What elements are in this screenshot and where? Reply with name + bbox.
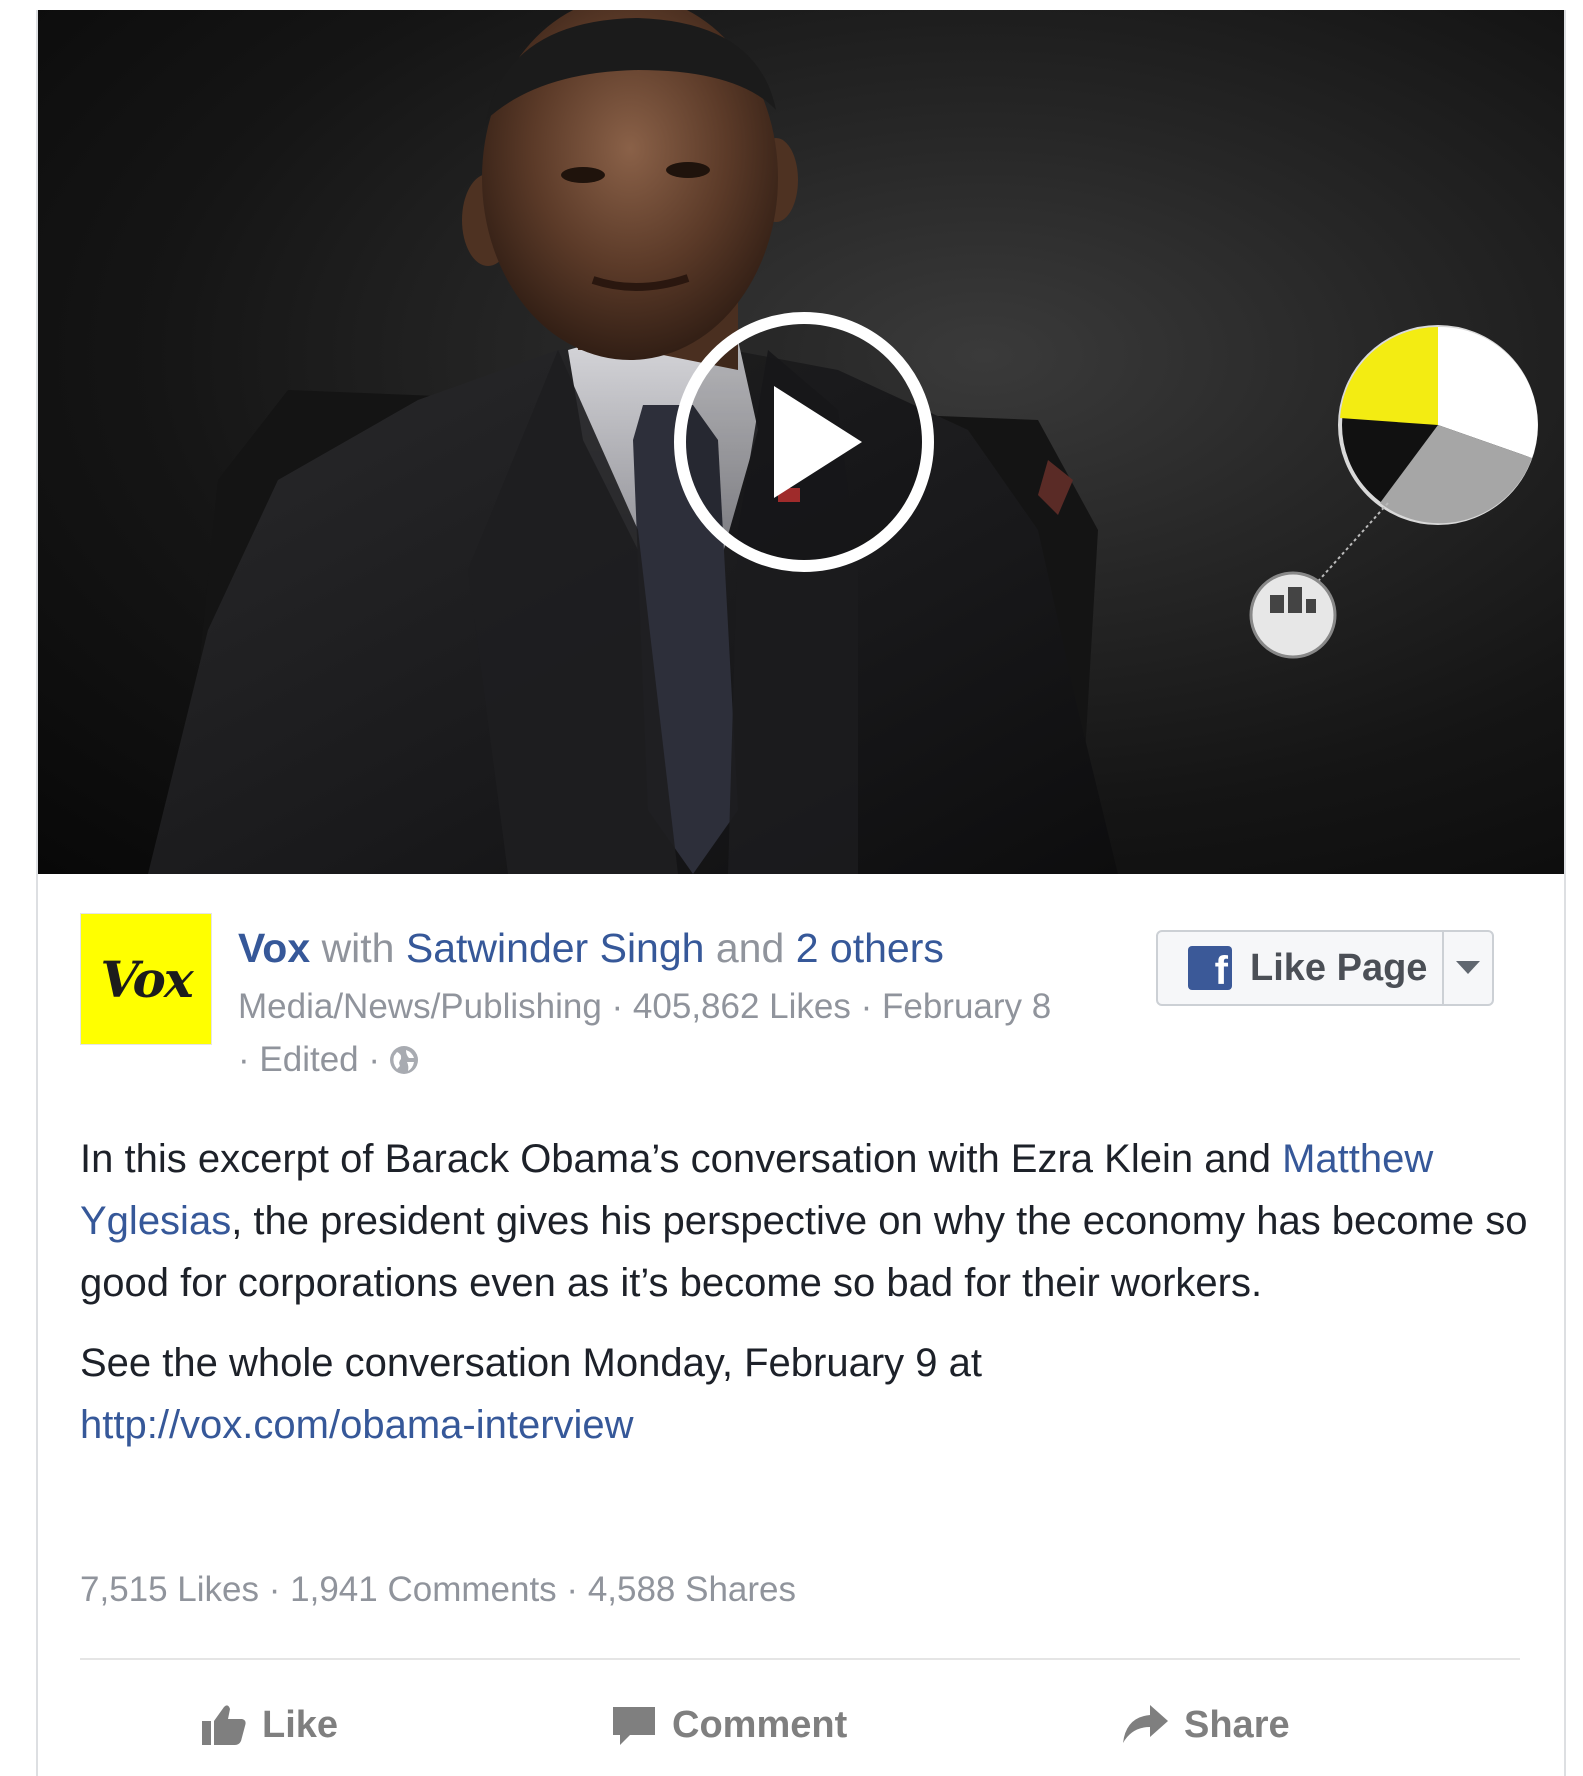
play-icon[interactable] [672,310,936,574]
post-paragraph-2: See the whole conversation Monday, Febru… [80,1332,1550,1456]
globe-icon[interactable] [388,1044,420,1076]
like-page-button[interactable]: f Like Page [1156,930,1494,1006]
post-meta: Media/News/Publishing · 405,862 Likes · … [238,984,1051,1030]
post-card: Vox Vox with Satwinder Singh and 2 other… [36,10,1566,1776]
separator: · [611,987,624,1026]
thumbs-up-icon [202,1705,246,1745]
like-page-main[interactable]: f Like Page [1158,932,1444,1004]
post-title: Vox with Satwinder Singh and 2 others [238,922,944,974]
divider [80,1658,1520,1660]
comment-button[interactable]: Comment [610,1690,847,1760]
and-text: and [715,925,785,971]
edited-label[interactable]: Edited [259,1037,358,1083]
video-player[interactable] [38,10,1564,874]
dropdown-arrow-icon [1456,961,1480,974]
share-label: Share [1184,1703,1290,1746]
post-body: In this excerpt of Barack Obama’s conver… [80,1128,1550,1474]
comments-count[interactable]: 1,941 Comments [290,1570,557,1609]
like-button[interactable]: Like [200,1690,338,1760]
share-arrow-icon [1123,1705,1168,1743]
page-avatar[interactable]: Vox [80,913,212,1045]
paragraph-1-start: In this excerpt of Barack Obama’s conver… [80,1137,1283,1181]
facebook-icon: f [1188,946,1232,990]
separator: · [860,987,873,1026]
post-date[interactable]: February 8 [882,987,1051,1026]
separator: · [238,1040,250,1079]
like-page-dropdown[interactable] [1444,932,1492,1004]
comment-label: Comment [672,1703,848,1746]
post-meta-edited: · Edited · [238,1037,420,1083]
separator: · [566,1570,579,1609]
with-text: with [321,925,395,971]
shares-count[interactable]: 4,588 Shares [588,1570,796,1609]
page-category[interactable]: Media/News/Publishing [238,987,602,1026]
separator: · [268,1570,281,1609]
pie-chart-graphic [1249,325,1538,659]
share-button[interactable]: Share [1120,1690,1290,1760]
paragraph-2-text: See the whole conversation Monday, Febru… [80,1341,982,1385]
separator: · [368,1040,381,1079]
paragraph-1-end: , the president gives his perspective on… [80,1199,1528,1305]
like-label: Like [262,1703,339,1746]
likes-count[interactable]: 7,515 Likes [80,1570,259,1609]
page-name-link[interactable]: Vox [238,925,310,971]
page-likes-count[interactable]: 405,862 Likes [633,987,851,1026]
comment-icon [613,1707,655,1745]
like-page-label: Like Page [1250,946,1428,989]
engagement-stats: 7,515 Likes · 1,941 Comments · 4,588 Sha… [80,1567,796,1613]
post-paragraph-1: In this excerpt of Barack Obama’s conver… [80,1128,1550,1314]
action-bar: Like Comment Share [80,1690,1520,1760]
tagged-person-link[interactable]: Satwinder Singh [406,925,705,971]
interview-url-link[interactable]: http://vox.com/obama-interview [80,1403,634,1447]
others-link[interactable]: 2 others [796,925,944,971]
